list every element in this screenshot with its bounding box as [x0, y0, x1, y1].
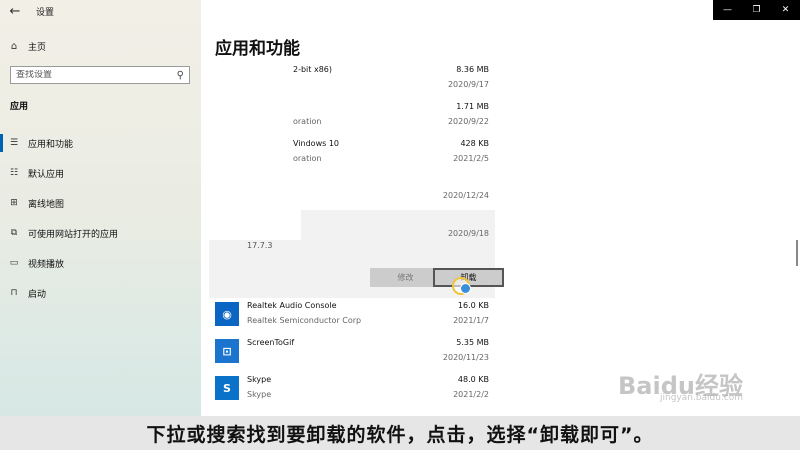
map-icon: ⊞	[10, 198, 18, 208]
app-size: 16.0 KB	[457, 301, 489, 310]
back-button[interactable]: ←	[0, 0, 30, 22]
app-list-item[interactable]: ⊡ ScreenToGif 5.35 MB 2020/11/23	[209, 335, 495, 372]
watermark-url: jingyan.baidu.com	[660, 393, 744, 403]
title-bar: ← 设置	[0, 0, 201, 22]
selected-app-item[interactable]: 2020/9/18 17.7.3 修改 卸载	[209, 210, 504, 298]
app-size: 48.0 KB	[457, 375, 489, 384]
app-name: Skype	[247, 375, 272, 384]
app-publisher: oration	[293, 154, 322, 163]
app-title: 设置	[36, 7, 55, 18]
sidebar-item-label: 主页	[28, 42, 47, 53]
redacted-area	[209, 210, 301, 240]
sidebar-item-label: 可使用网站打开的应用	[28, 229, 119, 240]
minimize-button[interactable]: —	[713, 0, 742, 20]
default-apps-icon: ☷	[9, 168, 19, 178]
search-input[interactable]	[16, 70, 177, 80]
sidebar-item-apps-for-websites[interactable]: ⧉ 可使用网站打开的应用	[0, 218, 201, 248]
maximize-button[interactable]: ❐	[742, 0, 771, 20]
search-box[interactable]: ⚲	[10, 66, 190, 84]
app-date: 2021/2/2	[453, 390, 489, 399]
mouse-cursor-icon	[452, 277, 471, 295]
app-list-item[interactable]: Vindows 10 oration 428 KB 2021/2/5	[209, 136, 495, 173]
app-publisher: Realtek Semiconductor Corp	[247, 316, 362, 325]
search-icon[interactable]: ⚲	[177, 70, 184, 81]
section-title: 应用	[10, 102, 29, 112]
app-date: 2020/11/23	[442, 353, 489, 362]
sidebar-item-startup[interactable]: ⊓ 启动	[0, 278, 201, 308]
sidebar-item-label: 启动	[28, 289, 47, 300]
sidebar-item-offline-maps[interactable]: ⊞ 离线地图	[0, 188, 201, 218]
sidebar-item-label: 离线地图	[28, 199, 65, 210]
list-icon: ☰	[9, 138, 19, 148]
page-title: 应用和功能	[215, 39, 300, 59]
app-version: 17.7.3	[247, 241, 273, 250]
website-icon: ⧉	[10, 228, 18, 238]
app-list-item[interactable]: S Skype Skype 48.0 KB 2021/2/2	[209, 372, 495, 409]
app-size: 8.36 MB	[456, 65, 489, 74]
app-size: 5.35 MB	[456, 338, 489, 347]
app-size: 428 KB	[460, 139, 489, 148]
sidebar-item-default-apps[interactable]: ☷ 默认应用	[0, 158, 201, 188]
app-name: Realtek Audio Console	[247, 301, 337, 310]
sidebar-item-home[interactable]: ⌂ 主页	[0, 37, 46, 55]
sidebar-item-label: 视频播放	[28, 259, 65, 270]
app-date: 2020/9/22	[447, 117, 489, 126]
app-list-item[interactable]: 2-bit x86) 8.36 MB 2020/9/17	[209, 62, 495, 99]
caption-text: 下拉或搜索找到要卸载的软件，点击，选择“卸载即可”。	[146, 423, 654, 446]
video-icon: ▭	[9, 258, 19, 268]
app-name: 2-bit x86)	[293, 65, 332, 74]
app-list[interactable]: 2-bit x86) 8.36 MB 2020/9/17 oration 1.7…	[209, 62, 504, 409]
skype-icon: S	[215, 376, 239, 400]
startup-icon: ⊓	[10, 288, 18, 298]
screentogif-icon: ⊡	[215, 339, 239, 363]
app-date: 2021/1/7	[453, 316, 489, 325]
sidebar-item-label: 默认应用	[28, 169, 65, 180]
app-name: ScreenToGif	[247, 338, 295, 347]
app-date: 2021/2/5	[453, 154, 489, 163]
app-date: 2020/9/17	[447, 80, 489, 89]
app-date: 2020/9/18	[447, 229, 489, 238]
app-list-item[interactable]: 2020/12/24	[209, 173, 495, 210]
app-list-item[interactable]: oration 1.71 MB 2020/9/22	[209, 99, 495, 136]
sidebar-item-apps-features[interactable]: ☰ 应用和功能	[0, 128, 201, 158]
app-list-item[interactable]: ◉ Realtek Audio Console Realtek Semicond…	[209, 298, 495, 335]
realtek-audio-icon: ◉	[215, 302, 239, 326]
back-arrow-icon: ←	[9, 3, 21, 19]
scrollbar[interactable]	[796, 240, 798, 266]
app-name: Vindows 10	[293, 139, 339, 148]
sidebar-item-label: 应用和功能	[28, 139, 74, 150]
close-button[interactable]: ✕	[771, 0, 800, 20]
sidebar: ← 设置 ⌂ 主页 ⚲ 应用 ☰ 应用和功能 ☷ 默认应用 ⊞ 离线地图 ⧉ 可…	[0, 0, 201, 450]
caption-bar: 下拉或搜索找到要卸载的软件，点击，选择“卸载即可”。	[0, 416, 800, 450]
home-icon: ⌂	[10, 40, 18, 52]
modify-button[interactable]: 修改	[370, 268, 441, 287]
sidebar-nav: ☰ 应用和功能 ☷ 默认应用 ⊞ 离线地图 ⧉ 可使用网站打开的应用 ▭ 视频播…	[0, 128, 201, 308]
window-controls: — ❐ ✕	[713, 0, 800, 20]
app-publisher: oration	[293, 117, 322, 126]
app-date: 2020/12/24	[442, 191, 489, 200]
sidebar-item-video-playback[interactable]: ▭ 视频播放	[0, 248, 201, 278]
app-publisher: Skype	[247, 390, 272, 399]
app-size: 1.71 MB	[456, 102, 489, 111]
